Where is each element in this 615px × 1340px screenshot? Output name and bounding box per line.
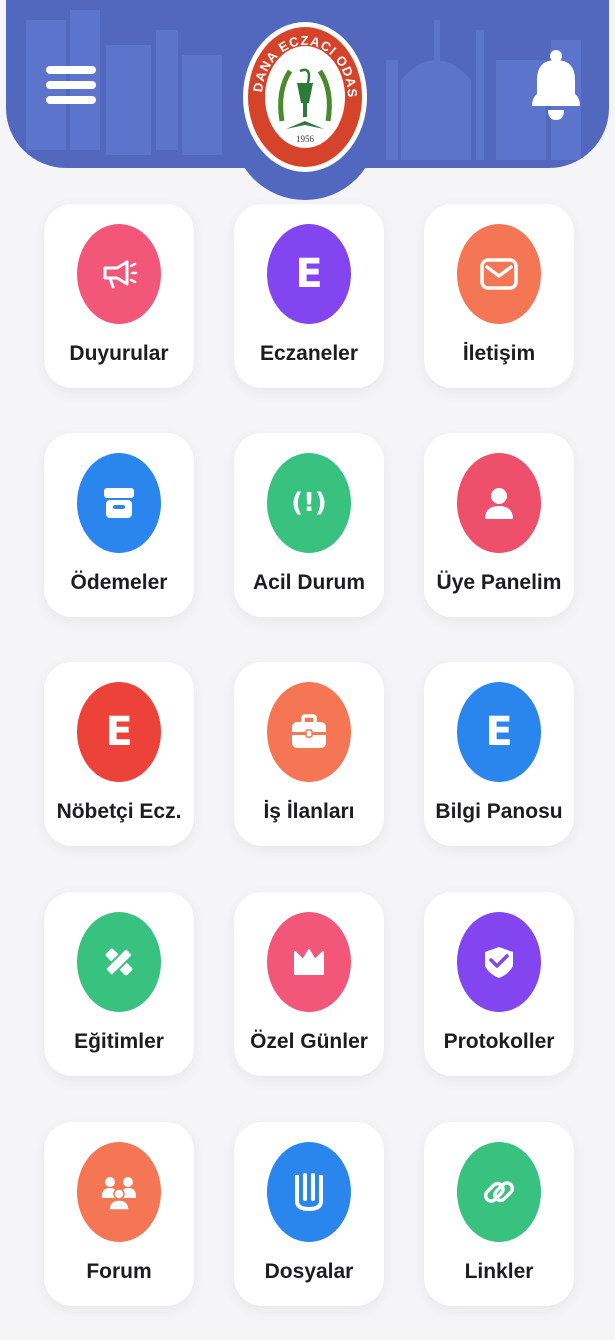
tile-odemeler[interactable]: Ödemeler <box>44 433 194 617</box>
book-icon <box>295 1173 323 1211</box>
tile-linkler[interactable]: Linkler <box>424 1122 574 1306</box>
letter-e-icon: E <box>485 709 513 755</box>
tile-label: Acil Durum <box>252 571 365 594</box>
tile-icon-circle <box>267 912 351 1012</box>
tile-icon-circle <box>77 1142 161 1242</box>
crown-icon <box>294 949 324 975</box>
tile-icon-circle <box>77 224 161 324</box>
tile-label: Bilgi Panosu <box>435 800 563 823</box>
envelope-icon <box>480 258 518 290</box>
tile-label: Linkler <box>464 1260 534 1283</box>
tile-label: Eğitimler <box>74 1030 164 1053</box>
tile-icon-circle <box>267 682 351 782</box>
tile-label: Nöbetçi Ecz. <box>56 800 182 823</box>
tile-uye-panelim[interactable]: Üye Panelim <box>424 433 574 617</box>
tile-icon-circle: E <box>267 224 351 324</box>
group-icon <box>102 1177 136 1211</box>
tile-icon-circle <box>457 453 541 553</box>
tile-duyurular[interactable]: Duyurular <box>44 204 194 388</box>
tile-icon-circle <box>77 453 161 553</box>
tile-icon-circle: E <box>457 682 541 782</box>
tile-icon-circle <box>77 912 161 1012</box>
tile-label: Protokoller <box>443 1030 555 1053</box>
tile-nobetci-eczaneler[interactable]: E Nöbetçi Ecz. <box>44 662 194 846</box>
pencil-ruler-icon <box>104 947 134 977</box>
handshake-icon <box>485 947 513 978</box>
tile-ozel-gunler[interactable]: Özel Günler <box>234 892 384 1076</box>
tile-icon-circle <box>457 1142 541 1242</box>
tile-label: Duyurular <box>69 342 169 365</box>
tile-acil-durum[interactable]: (!) Acil Durum <box>234 433 384 617</box>
tile-icon-circle: E <box>77 682 161 782</box>
tile-label: Ödemeler <box>70 571 168 594</box>
tile-iletisim[interactable]: İletişim <box>424 204 574 388</box>
tile-label: İş İlanları <box>263 800 355 823</box>
tile-eczaneler[interactable]: E Eczaneler <box>234 204 384 388</box>
letter-e-icon: E <box>105 709 133 755</box>
tile-label: Özel Günler <box>250 1030 368 1053</box>
letter-e-icon: E <box>295 251 323 297</box>
tile-forum[interactable]: Forum <box>44 1122 194 1306</box>
tile-is-ilanlari[interactable]: İş İlanları <box>234 662 384 846</box>
tile-label: Dosyalar <box>264 1260 354 1283</box>
alert-icon: (!) <box>291 488 327 518</box>
briefcase-icon <box>292 714 326 748</box>
tile-label: Forum <box>86 1260 152 1283</box>
tile-icon-circle: (!) <box>267 453 351 553</box>
megaphone-icon <box>103 260 138 289</box>
user-icon <box>485 488 513 519</box>
tile-bilgi-panosu[interactable]: E Bilgi Panosu <box>424 662 574 846</box>
link-icon <box>483 1181 515 1203</box>
menu-grid: Duyurular E Eczaneler İletişim Ödemeler <box>0 0 615 1340</box>
tile-icon-circle <box>267 1142 351 1242</box>
tile-icon-circle <box>457 224 541 324</box>
tile-egitimler[interactable]: Eğitimler <box>44 892 194 1076</box>
tile-protokoller[interactable]: Protokoller <box>424 892 574 1076</box>
tile-label: Eczaneler <box>259 342 359 365</box>
tile-dosyalar[interactable]: Dosyalar <box>234 1122 384 1306</box>
archive-box-icon <box>104 488 134 518</box>
tile-label: Üye Panelim <box>436 571 562 594</box>
tile-icon-circle <box>457 912 541 1012</box>
tile-label: İletişim <box>462 342 536 365</box>
